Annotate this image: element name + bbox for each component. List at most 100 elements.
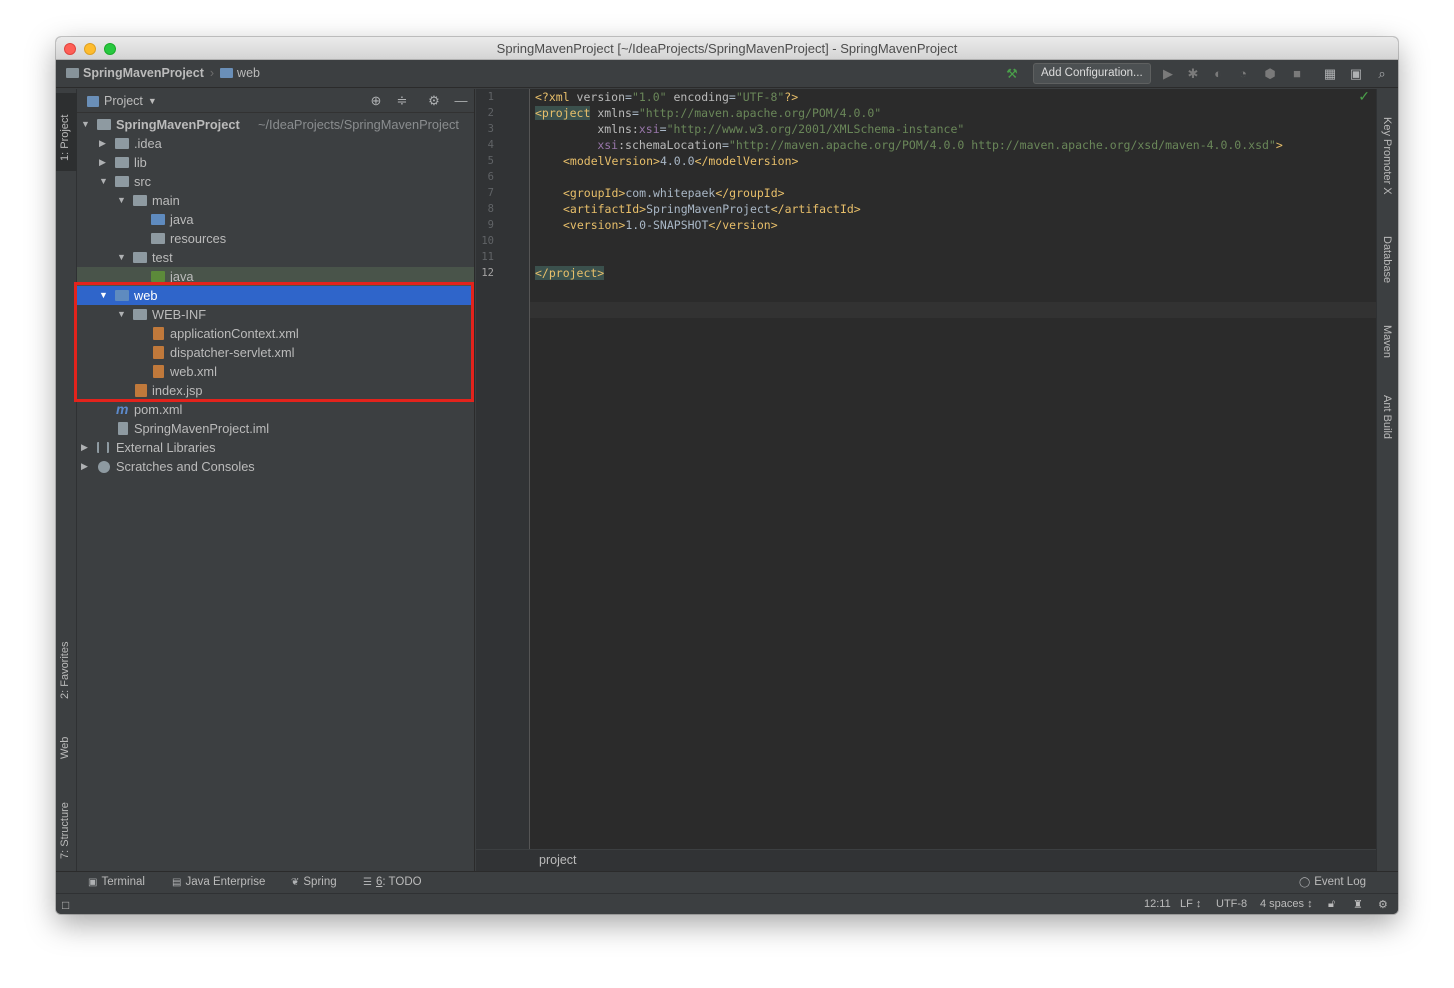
tab-favorites[interactable]: 2: Favorites [56,619,77,705]
tree-item-external-libraries[interactable]: ▶ External Libraries [77,438,474,457]
java-enterprise-button[interactable]: ▤ Java Enterprise [172,876,265,888]
tree-item-index-jsp[interactable]: index.jsp [77,381,474,400]
tab-structure[interactable]: 7: Structure [56,779,77,865]
tab-project-label: 1: Project [59,114,71,161]
tree-item-src[interactable]: ▼ src [77,172,474,191]
tree-item-iml[interactable]: SpringMavenProject.iml [77,419,474,438]
chevron-down-icon: ▼ [147,96,157,106]
code-token: version [576,90,626,104]
line-separator[interactable]: LF ↕ [1180,898,1201,910]
run-icon[interactable]: ▶ [1160,66,1176,82]
tree-item-lib[interactable]: ▶ lib [77,153,474,172]
event-log-label: Event Log [1314,876,1366,888]
expanded-arrow-icon[interactable]: ▼ [117,191,127,210]
tree-item-resources[interactable]: resources [77,229,474,248]
code-token: "http://www.w3.org/2001/XMLSchema-instan… [666,122,965,136]
code-token: = [625,90,632,104]
indent-setting[interactable]: 4 spaces ↕ [1260,898,1313,910]
collapsed-arrow-icon[interactable]: ▶ [99,153,109,172]
tab-ant-build-label: Ant Build [1381,395,1393,440]
expanded-arrow-icon[interactable]: ▼ [81,115,91,134]
tree-item-application-context[interactable]: applicationContext.xml [77,324,474,343]
right-tool-strip: Key Promoter X Database Maven Ant Build [1376,89,1398,871]
code-token: :schemaLocation [618,138,722,152]
lock-icon[interactable]: 🔓︎ [1328,898,1335,911]
tab-ant-build[interactable]: Ant Build [1377,379,1398,449]
hide-panel-icon[interactable]: — [453,93,469,109]
expanded-arrow-icon[interactable]: ▼ [99,172,109,191]
tree-item-web-inf[interactable]: ▼ WEB-INF [77,305,474,324]
project-structure-icon[interactable]: ▦ [1322,66,1338,82]
module-file-icon [118,422,128,435]
tree-item-main-java[interactable]: java [77,210,474,229]
expanded-arrow-icon[interactable]: ▼ [99,286,109,305]
no-problems-check-icon[interactable]: ✓ [1358,88,1370,105]
terminal-button[interactable]: ▣ Terminal [88,876,145,888]
folder-icon [133,252,147,263]
breadcrumb-project[interactable]: SpringMavenProject [83,66,204,80]
tree-item-web[interactable]: ▼ web [77,286,474,305]
toggle-tool-windows-icon[interactable]: □ [62,898,69,912]
profile-icon[interactable]: ◔ [1235,66,1251,82]
locate-file-icon[interactable]: ⊕ [368,93,384,109]
code-token: SpringMavenProject [646,202,771,216]
tab-project[interactable]: 1: Project [56,93,77,171]
tab-web[interactable]: Web [56,717,77,765]
debug-icon[interactable]: ✱ [1185,66,1201,82]
tree-item-label: resources [170,231,227,246]
tree-item-test-java[interactable]: java [77,267,474,286]
tree-item-label: .idea [134,136,162,151]
presentation-icon[interactable]: ▣ [1348,66,1364,82]
code-token: = [659,122,667,136]
code-token: <modelVersion> [563,154,660,168]
expanded-arrow-icon[interactable]: ▼ [117,248,127,267]
editor-breadcrumb[interactable]: project [539,853,577,867]
breadcrumb-web[interactable]: web [237,66,260,80]
collapsed-arrow-icon[interactable]: ▶ [99,134,109,153]
tab-maven[interactable]: Maven [1377,311,1398,371]
collapse-all-icon[interactable]: ≑ [394,93,410,109]
tree-item-label: java [170,269,194,284]
line-number: 7 [487,187,494,199]
tree-item-path: ~/IdeaProjects/SpringMavenProject [258,117,459,132]
tree-item-web-xml[interactable]: web.xml [77,362,474,381]
tab-database[interactable]: Database [1377,224,1398,294]
file-encoding[interactable]: UTF-8 [1216,898,1247,910]
title-bar: SpringMavenProject [~/IdeaProjects/Sprin… [56,37,1398,60]
tree-item-pom[interactable]: m pom.xml [77,400,474,419]
expanded-arrow-icon[interactable]: ▼ [117,305,127,324]
code-token: 1.0-SNAPSHOT [625,218,709,232]
build-hammer-icon[interactable]: ⚒ [1004,66,1020,82]
add-configuration-button[interactable]: Add Configuration... [1033,63,1151,84]
coverage-icon[interactable]: ◐ [1210,66,1226,82]
collapsed-arrow-icon[interactable]: ▶ [81,438,91,457]
tree-item-scratches[interactable]: ▶ Scratches and Consoles [77,457,474,476]
stop-icon[interactable]: ■ [1289,66,1305,82]
tab-structure-label: 7: Structure [59,802,71,859]
code-editor[interactable]: 1 2 3 4 5 6 7 8 9 10 11 12 <?xml version… [476,88,1376,871]
caret-position[interactable]: 12:11 [1144,898,1171,910]
tree-item-main[interactable]: ▼ main [77,191,474,210]
project-panel: Project ▼ ⊕ ≑ ⚙ — ▼ SpringMavenProject ~… [77,89,475,871]
concurrency-icon[interactable]: ⬢ [1262,66,1278,82]
tree-item-label: External Libraries [116,440,216,455]
tree-item-idea[interactable]: ▶ .idea [77,134,474,153]
code-token: = [721,138,729,152]
line-number: 8 [487,203,494,215]
search-icon[interactable]: ⌕ [1374,66,1390,82]
bottom-tool-bar: ▣ Terminal ▤ Java Enterprise ❦ Spring ☰ … [56,871,1398,893]
todo-button[interactable]: ☰ 6: TODO [363,876,422,888]
code-line-2: <project xmlns="http://maven.apache.org/… [535,105,881,121]
gear-icon[interactable]: ⚙ [426,93,442,109]
settings-icon[interactable]: ⚙ [1378,898,1388,911]
tree-item-project-root[interactable]: ▼ SpringMavenProject ~/IdeaProjects/Spri… [77,115,474,134]
collapsed-arrow-icon[interactable]: ▶ [81,457,91,476]
tree-item-test[interactable]: ▼ test [77,248,474,267]
event-log-button[interactable]: ◯ Event Log [1299,876,1366,888]
project-view-selector[interactable]: Project ▼ [87,94,157,108]
folder-icon [133,309,147,320]
tree-item-dispatcher-servlet[interactable]: dispatcher-servlet.xml [77,343,474,362]
tab-key-promoter[interactable]: Key Promoter X [1377,99,1398,199]
inspector-icon[interactable]: ♜ [1353,898,1363,911]
spring-button[interactable]: ❦ Spring [291,876,337,888]
